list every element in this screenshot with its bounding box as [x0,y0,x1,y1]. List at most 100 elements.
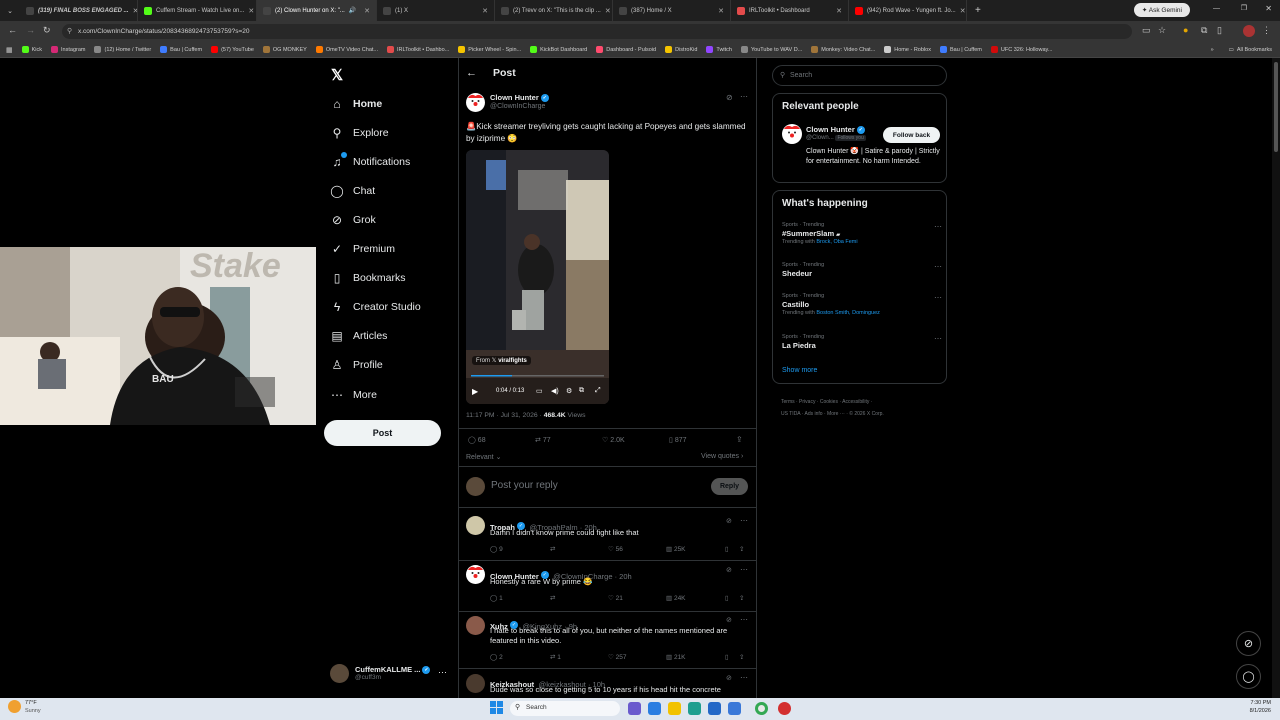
grok-explain-icon[interactable]: ⊘ [726,674,732,682]
menu-icon[interactable]: ⋮ [1262,25,1271,36]
views-action[interactable]: ▥ 24K [666,594,686,602]
weather-icon[interactable] [8,700,21,713]
profile-avatar[interactable] [1243,25,1255,37]
follow-back-button[interactable]: Follow back [883,127,940,143]
avatar[interactable] [782,124,802,144]
tab-search-icon[interactable]: ⌄ [0,0,20,21]
file-explorer-icon[interactable] [668,702,681,715]
window-close-icon[interactable]: ✕ [1265,4,1272,13]
more-options-icon[interactable]: ⋯ [740,615,748,624]
reload-icon[interactable]: ↻ [43,25,51,36]
trend-item[interactable]: Sports · Trending Shedeur ⋯ [782,262,942,278]
sort-dropdown[interactable]: Relevant ⌄ [466,453,501,461]
sidebar-icon[interactable]: ▯ [1217,25,1222,36]
reply-action[interactable]: ◯ 1 [490,594,503,602]
reply-item[interactable]: Clown Hunter ✓ @ClownInCharge · 20h Hones… [458,561,757,612]
share-icon[interactable]: ⇪ [736,435,743,444]
bookmark-item[interactable]: Bau | Cuffem [939,46,982,53]
reply-action[interactable]: ◯ 68 [468,436,486,444]
play-icon[interactable]: ▶ [472,387,478,396]
more-options-icon[interactable]: ⋯ [934,293,942,302]
copilot-icon[interactable] [648,702,661,715]
close-icon[interactable]: ✕ [601,7,611,15]
bookmark-item[interactable]: Home - Roblox [884,46,931,53]
like-action[interactable]: ♡ 56 [608,545,623,553]
avatar[interactable] [466,516,485,535]
view-quotes-link[interactable]: View quotes › [701,453,743,460]
grok-float-button[interactable]: ⊘ [1236,631,1261,656]
extensions-icon[interactable]: ⧉ [1201,25,1207,36]
star-icon[interactable]: ☆ [1158,25,1166,36]
account-switcher[interactable]: CuffemKALLME ... ✓ @cuff3m ⋯ [330,662,450,684]
scrollbar-thumb[interactable] [1274,62,1278,152]
like-action[interactable]: ♡ 21 [608,594,623,602]
trend-with-names[interactable]: Brock, Oba Femi [816,239,857,245]
nav-creator-studio[interactable]: ϟ Creator Studio [330,300,421,314]
browser-tab-active[interactable]: (2) Clown Hunter on X: "... 🔊 ✕ [257,0,377,21]
show-more-link[interactable]: Show more [782,367,817,374]
browser-tab[interactable]: (1) X ✕ [377,0,495,21]
bookmark-icon[interactable]: ▯ [725,653,729,661]
url-bar[interactable]: ⚲ x.com/ClownInCharge/status/20834368924… [62,24,1132,39]
browser-tab[interactable]: Cuffem Stream - Watch Live on... ✕ [138,0,257,21]
avatar[interactable] [466,565,485,584]
reply-action[interactable]: ◯ 9 [490,545,503,553]
restore-icon[interactable]: ❐ [1241,4,1247,12]
bookmark-item[interactable]: Dashboard - Pulsoid [596,46,656,53]
close-icon[interactable]: ✕ [956,7,966,15]
like-action[interactable]: ♡ 257 [608,653,627,661]
apps-icon[interactable]: ▦ [6,46,13,54]
bookmark-item[interactable]: UFC 326: Holloway... [990,46,1052,53]
scrollbar[interactable] [1272,58,1280,698]
grok-explain-icon[interactable]: ⊘ [726,566,732,574]
close-icon[interactable]: ✕ [129,7,137,15]
back-arrow-icon[interactable]: ← [466,67,477,79]
close-icon[interactable]: ✕ [244,7,254,15]
more-options-icon[interactable]: ⋯ [740,565,748,574]
task-view-icon[interactable] [628,702,641,715]
bookmark-action[interactable]: ▯ 877 [669,436,687,444]
footer-links[interactable]: Terms · Privacy · Cookies · Accessibilit… [781,396,951,420]
nav-more[interactable]: ⋯ More [330,388,377,402]
avatar[interactable] [466,674,485,693]
bookmark-item[interactable]: OmeTV Video Chat... [315,46,378,53]
grok-explain-icon[interactable]: ⊘ [726,93,733,102]
share-icon[interactable]: ⇪ [739,594,744,602]
bookmark-item[interactable]: Instagram [51,46,85,53]
trend-item[interactable]: Sports · Trending La Piedra ⋯ [782,334,942,350]
more-options-icon[interactable]: ⋯ [740,516,748,525]
views-action[interactable]: ▥ 25K [666,545,686,553]
reply-item[interactable]: Keizkashout @keizkashout · 10h Dude was … [458,669,757,698]
edge-icon[interactable] [688,702,701,715]
reply-action[interactable]: ◯ 2 [490,653,503,661]
reply-button[interactable]: Reply [711,478,748,495]
nav-premium[interactable]: ✓ Premium [330,242,395,256]
bookmark-item[interactable]: Monkey: Video Chat... [811,46,875,53]
repost-action[interactable]: ⇄ 77 [535,436,551,444]
search-input[interactable]: ⚲ Search [772,65,947,86]
more-options-icon[interactable]: ⋯ [934,262,942,271]
reply-item[interactable]: Xuhz ✓ @KingXuhz · 9h I hate to break thi… [458,612,757,669]
nav-home[interactable]: ⌂ Home [330,97,382,111]
forward-icon[interactable]: → [26,25,35,35]
bookmark-item[interactable]: OG MONKEY [262,46,307,53]
more-options-icon[interactable]: ⋯ [740,673,748,682]
extension-icon[interactable]: ● [1183,25,1188,35]
repost-action[interactable]: ⇄ [550,594,555,602]
trend-item[interactable]: Sports · Trending #SummerSlam ▰ Trending… [782,222,942,245]
ask-gemini-button[interactable]: ✦ Ask Gemini [1133,3,1190,17]
like-action[interactable]: ♡ 2.0K [602,436,625,444]
captions-icon[interactable]: ▭ [536,387,543,395]
all-bookmarks-button[interactable]: ▭ All Bookmarks [1229,47,1272,53]
trend-item[interactable]: Sports · Trending Castillo Trending with… [782,293,942,316]
chevron-right-icon[interactable]: » [1211,47,1214,53]
bookmark-item[interactable]: Twitch [706,46,732,53]
close-icon[interactable]: ✕ [832,7,842,15]
x-logo-icon[interactable]: 𝕏 [331,66,343,84]
avatar[interactable] [466,616,485,635]
bookmark-item[interactable]: Bau | Cuffem [160,46,202,53]
nav-profile[interactable]: ♙ Profile [330,358,383,372]
store-icon[interactable] [708,702,721,715]
bookmark-item[interactable]: Kick [21,46,42,53]
clock-date[interactable]: 8/1/2026 [1236,708,1271,714]
